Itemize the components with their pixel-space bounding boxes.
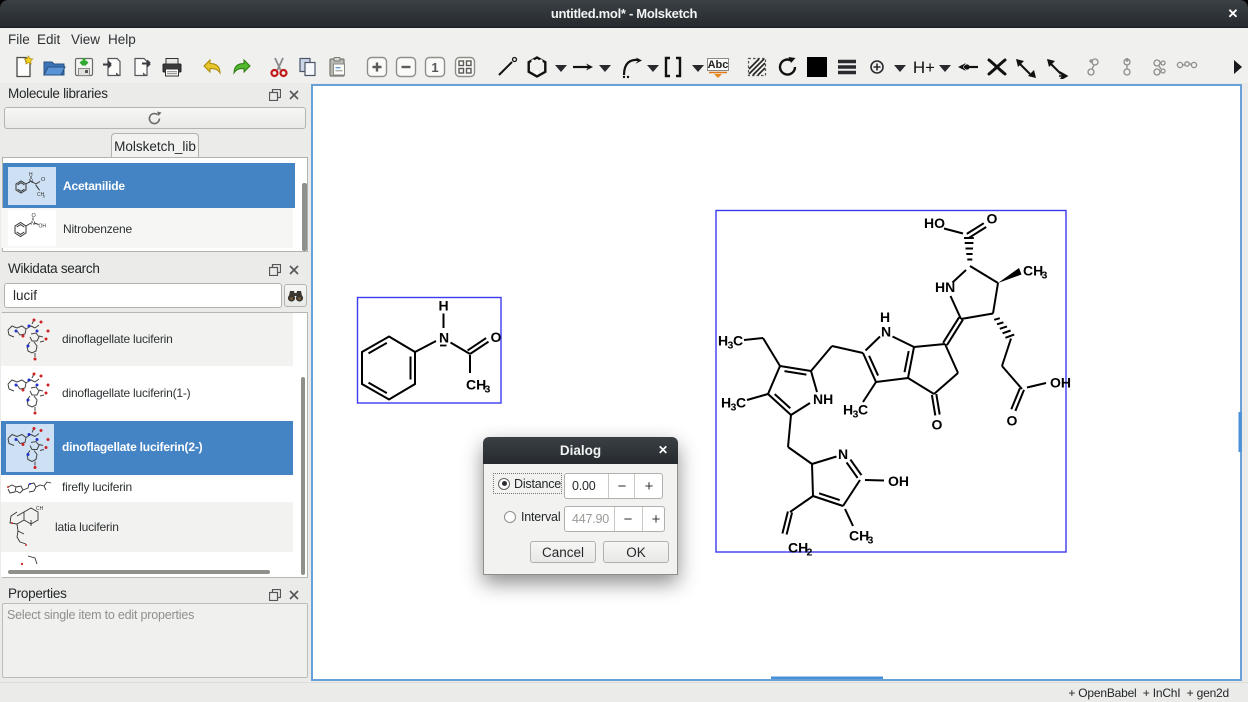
svg-text:CH: CH: [788, 540, 808, 556]
svg-text:C: C: [858, 402, 868, 418]
svg-text:OH: OH: [1050, 375, 1071, 391]
svg-text:O: O: [491, 329, 502, 345]
svg-text:2: 2: [807, 547, 813, 559]
svg-text:CH: CH: [466, 377, 486, 393]
svg-text:O: O: [932, 417, 943, 433]
svg-text:N: N: [439, 330, 449, 346]
svg-text:C: C: [733, 333, 743, 349]
svg-text:H: H: [438, 298, 448, 314]
svg-text:OH: OH: [888, 473, 909, 489]
svg-text:N: N: [838, 446, 848, 462]
svg-text:O: O: [987, 211, 998, 227]
svg-text:HN: HN: [935, 279, 955, 295]
svg-text:3: 3: [1042, 270, 1048, 282]
svg-text:3: 3: [868, 535, 874, 547]
svg-text:3: 3: [485, 384, 491, 396]
svg-text:O: O: [1007, 413, 1018, 429]
svg-text:HO: HO: [924, 215, 945, 231]
svg-text:N: N: [881, 324, 891, 340]
svg-text:CH: CH: [1023, 263, 1043, 279]
svg-text:CH: CH: [849, 528, 869, 544]
svg-text:NH: NH: [813, 391, 833, 407]
svg-text:C: C: [736, 395, 746, 411]
